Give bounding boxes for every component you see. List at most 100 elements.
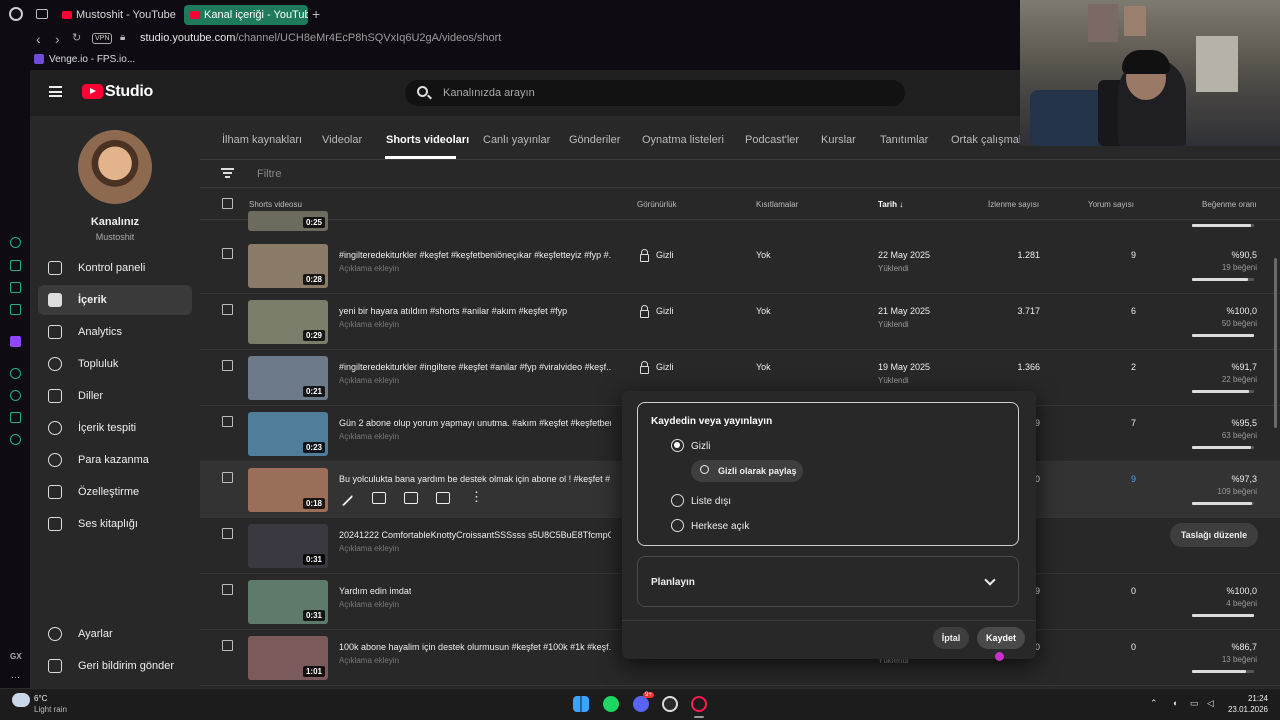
select-all-checkbox[interactable] xyxy=(222,198,233,209)
filter-icon[interactable] xyxy=(221,168,234,178)
sidebar-item-customization[interactable]: Özelleştirme xyxy=(38,477,192,507)
sidebar-item-settings[interactable]: Ayarlar xyxy=(38,619,192,649)
windows-start-icon[interactable] xyxy=(573,696,589,712)
filter-input[interactable]: Filtre xyxy=(257,168,281,180)
add-description-link[interactable]: Açıklama ekleyin xyxy=(339,320,399,329)
microphone-icon[interactable]: ◖ xyxy=(1172,698,1177,708)
steam-icon[interactable] xyxy=(662,696,678,712)
avatar[interactable] xyxy=(78,130,152,204)
opera-menu-icon[interactable] xyxy=(9,7,23,21)
clock-date[interactable]: 23.01.2026 xyxy=(1226,705,1268,714)
video-title[interactable]: #ingiltere­dekiturkler #ingiltere #keşfe… xyxy=(339,362,611,372)
header-date[interactable]: Tarih ↓ xyxy=(878,200,903,209)
video-thumbnail[interactable]: 0:25 xyxy=(248,211,328,231)
row-checkbox[interactable] xyxy=(222,584,233,595)
add-description-link[interactable]: Açıklama ekleyin xyxy=(339,600,399,609)
radio-public[interactable] xyxy=(671,519,684,532)
sidebar-item-content[interactable]: İçerik xyxy=(38,285,192,315)
row-checkbox[interactable] xyxy=(222,304,233,315)
comments-value[interactable]: 9 xyxy=(1076,474,1136,484)
more-icon[interactable]: ··· xyxy=(11,672,20,682)
sidebar-m-icon[interactable] xyxy=(10,304,21,315)
sidebar-item-community[interactable]: Topluluk xyxy=(38,349,192,379)
reload-icon[interactable]: ↻ xyxy=(72,31,81,44)
video-title[interactable]: #ingiltere­dekiturkler #keşfet #keşfetbe… xyxy=(339,250,611,260)
weather-condition[interactable]: Light rain xyxy=(34,705,67,714)
header-visibility[interactable]: Görünürlük xyxy=(637,200,677,209)
browser-tab-youtube[interactable]: Mustoshit - YouTube xyxy=(56,5,180,25)
settings-icon[interactable] xyxy=(10,434,21,445)
video-thumbnail[interactable]: 0:28 xyxy=(248,244,328,288)
tab-podcasts[interactable]: Podcast'ler xyxy=(745,134,799,146)
tab-posts[interactable]: Gönderiler xyxy=(569,134,620,146)
tab-playlists[interactable]: Oynatma listeleri xyxy=(642,134,724,146)
video-thumbnail[interactable]: 0:21 xyxy=(248,356,328,400)
row-checkbox[interactable] xyxy=(222,360,233,371)
visibility-value[interactable]: Gizli xyxy=(656,250,674,260)
chevron-up-icon[interactable]: ⌃ xyxy=(1150,698,1158,709)
add-description-link[interactable]: Açıklama ekleyin xyxy=(339,432,399,441)
option-label[interactable]: Herkese açık xyxy=(691,521,749,532)
url-field[interactable]: studio.youtube.com/channel/UCH8eMr4EcP8h… xyxy=(140,32,501,44)
tab-courses[interactable]: Kurslar xyxy=(821,134,856,146)
header-restrictions[interactable]: Kısıtlamalar xyxy=(756,200,798,209)
video-title[interactable]: Bu yolculukta bana yardım be destek olma… xyxy=(339,474,611,484)
tab-shorts[interactable]: Shorts videoları xyxy=(386,134,469,146)
history-icon[interactable] xyxy=(10,390,21,401)
radio-unlisted[interactable] xyxy=(671,494,684,507)
video-title[interactable]: yeni bir hayara atıldım #shorts #anilar … xyxy=(339,306,567,316)
add-description-link[interactable]: Açıklama ekleyin xyxy=(339,544,399,553)
tab-promotions[interactable]: Tanıtımlar xyxy=(880,134,928,146)
add-description-link[interactable]: Açıklama ekleyin xyxy=(339,376,399,385)
tab-videos[interactable]: Videolar xyxy=(322,134,362,146)
discord-icon[interactable] xyxy=(633,696,649,712)
more-options-icon[interactable] xyxy=(470,489,483,505)
edit-draft-button[interactable]: Taslağı düzenle xyxy=(1170,523,1258,547)
vpn-badge[interactable]: VPN xyxy=(92,33,113,44)
sidebar-item-audio-library[interactable]: Ses kitaplığı xyxy=(38,509,192,539)
video-title[interactable]: 100k abone hayalim için destek olurmusun… xyxy=(339,642,611,652)
visibility-value[interactable]: Gizli xyxy=(656,306,674,316)
cancel-button[interactable]: İptal xyxy=(933,627,969,649)
header-views[interactable]: İzlenme sayısı xyxy=(988,200,1039,209)
video-thumbnail[interactable]: 1:01 xyxy=(248,636,328,680)
sidebar-item-dashboard[interactable]: Kontrol paneli xyxy=(38,253,192,283)
radio-private[interactable] xyxy=(671,439,684,452)
gx-icon[interactable]: GX xyxy=(10,652,22,661)
sidebar-item-feedback[interactable]: Geri bildirim gönder xyxy=(38,651,192,681)
forward-icon[interactable]: › xyxy=(55,31,60,47)
option-label[interactable]: Gizli xyxy=(691,441,710,452)
network-icon[interactable]: ▭ xyxy=(1190,698,1199,709)
sidebar-refresh-icon[interactable] xyxy=(10,237,21,248)
sidebar-player-icon[interactable] xyxy=(10,368,21,379)
opera-gx-icon[interactable] xyxy=(691,696,707,712)
video-thumbnail[interactable]: 0:18 xyxy=(248,468,328,512)
volume-icon[interactable]: ◁ xyxy=(1207,698,1214,709)
analytics-icon[interactable] xyxy=(372,492,386,504)
visibility-value[interactable]: Gizli xyxy=(656,362,674,372)
sidebar-item-languages[interactable]: Diller xyxy=(38,381,192,411)
scrollbar[interactable] xyxy=(1274,258,1277,428)
video-title[interactable]: Gün 2 abone olup yorum yapmayı unutma. #… xyxy=(339,418,611,428)
tab-inspiration[interactable]: İlham kaynakları xyxy=(222,134,302,146)
row-checkbox[interactable] xyxy=(222,528,233,539)
row-checkbox[interactable] xyxy=(222,416,233,427)
tab-collaborations[interactable]: Ortak çalışmala xyxy=(951,134,1027,146)
extensions-icon[interactable] xyxy=(10,412,21,423)
tab-live[interactable]: Canlı yayınlar xyxy=(483,134,550,146)
option-label[interactable]: Liste dışı xyxy=(691,496,731,507)
studio-logo-text[interactable]: Studio xyxy=(105,83,153,101)
youtube-logo-icon[interactable] xyxy=(82,84,103,99)
row-checkbox[interactable] xyxy=(222,472,233,483)
sidebar-item-content-detection[interactable]: İçerik tespiti xyxy=(38,413,192,443)
video-title[interactable]: 20241222 ComfortableKnottyCroissantSSSss… xyxy=(339,530,611,540)
weather-icon[interactable] xyxy=(12,693,30,707)
lock-icon[interactable]: 🔒︎ xyxy=(120,32,125,43)
add-description-link[interactable]: Açıklama ekleyin xyxy=(339,656,399,665)
temperature[interactable]: 6°C xyxy=(34,694,47,703)
menu-icon[interactable] xyxy=(49,86,62,97)
youtube-icon[interactable] xyxy=(436,492,450,504)
header-likes[interactable]: Beğenme oranı xyxy=(1202,200,1257,209)
comments-icon[interactable] xyxy=(404,492,418,504)
workspace-icon[interactable] xyxy=(36,9,48,19)
